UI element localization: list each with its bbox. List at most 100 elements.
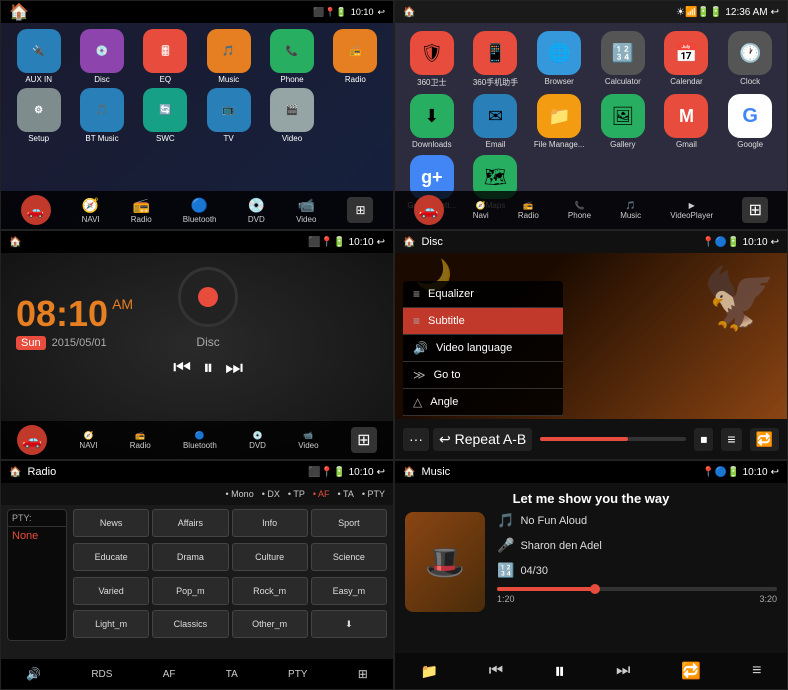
next-button-6[interactable]: ⏭: [616, 662, 630, 680]
ta-button[interactable]: TA: [226, 669, 238, 680]
pty-btn-rockm[interactable]: Rock_m: [232, 577, 308, 605]
stop-button-4[interactable]: ⏹: [694, 428, 713, 451]
app-swc[interactable]: 🔄 SWC: [136, 88, 195, 143]
app-downloads[interactable]: ⬇ Downloads: [403, 94, 461, 149]
nav-radio-1[interactable]: 📻 Radio: [131, 197, 152, 224]
playlist-button-6[interactable]: ≡: [752, 662, 761, 680]
app-tv[interactable]: 📺 TV: [199, 88, 258, 143]
pty-btn-sport[interactable]: Sport: [311, 509, 387, 537]
app-radio[interactable]: 📻 Radio: [326, 29, 385, 84]
nav-videoplayer-2[interactable]: ▶ VideoPlayer: [670, 201, 713, 220]
grid-button-1[interactable]: ⊞: [347, 197, 373, 223]
back-icon-1[interactable]: ↩: [377, 7, 385, 18]
menu-angle[interactable]: △ Angle: [403, 389, 563, 416]
settings-icon-5[interactable]: ⊞: [358, 667, 368, 681]
status-icons-3: ⬛📍🔋: [308, 237, 345, 248]
app-email[interactable]: ✉ Email: [467, 94, 525, 149]
app-music[interactable]: 🎵 Music: [199, 29, 258, 84]
pty-btn-affairs[interactable]: Affairs: [152, 509, 228, 537]
nav-radio-2[interactable]: 📻 Radio: [518, 201, 539, 220]
prev-button-6[interactable]: ⏮: [489, 662, 503, 680]
pty-btn-otherm[interactable]: Other_m: [232, 610, 308, 638]
app-gallery[interactable]: 🖼 Gallery: [594, 94, 652, 149]
volume-icon-5[interactable]: 🔊: [26, 667, 41, 681]
prev-button-3[interactable]: ⏮: [173, 357, 191, 380]
status-bar-5: 🏠 Radio ⬛📍🔋 10:10 ↩: [1, 461, 393, 483]
app-aux-in[interactable]: 🔌 AUX IN: [9, 29, 68, 84]
app-setup[interactable]: ⚙ Setup: [9, 88, 68, 143]
pty-btn-drama[interactable]: Drama: [152, 543, 228, 571]
nav-video-1[interactable]: 📹 Video: [296, 197, 316, 224]
pty-btn-lightm[interactable]: Light_m: [73, 610, 149, 638]
app-gmail[interactable]: M Gmail: [658, 94, 716, 149]
app-file-manager[interactable]: 📁 File Manage...: [530, 94, 588, 149]
app-bt-music[interactable]: 🎵 BT Music: [72, 88, 131, 143]
grid-button-3[interactable]: ⊞: [351, 427, 377, 453]
pty-btn-news[interactable]: News: [73, 509, 149, 537]
app-google[interactable]: G Google: [721, 94, 779, 149]
app-browser[interactable]: 🌐 Browser: [530, 31, 588, 88]
tv-label: TV: [224, 134, 234, 143]
pty-btn-classics[interactable]: Classics: [152, 610, 228, 638]
bottom-nav-bar-2: 🚗 🧭 Navi 📻 Radio 📞 Phone 🎵 Music ▶ Video…: [395, 191, 787, 229]
nav-radio-3[interactable]: 📻 Radio: [130, 431, 151, 450]
menu-dots-button[interactable]: ···: [403, 428, 429, 451]
app-eq[interactable]: 🎚 EQ: [136, 29, 195, 84]
radio-nav-icon-1: 📻: [132, 197, 149, 214]
pty-btn-popm[interactable]: Pop_m: [152, 577, 228, 605]
nav-bluetooth-1[interactable]: 🔵 Bluetooth: [183, 197, 217, 224]
music-progress-bar[interactable]: [497, 587, 777, 591]
nav-dvd-1[interactable]: 💿 DVD: [248, 197, 265, 224]
menu-goto[interactable]: ≫ Go to: [403, 362, 563, 389]
pty-btn-varied[interactable]: Varied: [73, 577, 149, 605]
nav-navi-1[interactable]: 🧭 NAVI: [82, 197, 100, 224]
app-video[interactable]: 🎬 Video: [262, 88, 321, 143]
pty-btn-info[interactable]: Info: [232, 509, 308, 537]
pty-btn-culture[interactable]: Culture: [232, 543, 308, 571]
play-button-6[interactable]: ⏸: [554, 658, 565, 684]
next-button-3[interactable]: ⏭: [225, 357, 243, 380]
pty-btn-science[interactable]: Science: [311, 543, 387, 571]
app-360-assistant[interactable]: 📱 360手机助手: [467, 31, 525, 88]
pty-btn-educate[interactable]: Educate: [73, 543, 149, 571]
nav-dvd-3[interactable]: 💿 DVD: [249, 431, 266, 450]
app-phone[interactable]: 📞 Phone: [262, 29, 321, 84]
nav-bluetooth-3[interactable]: 🔵 Bluetooth: [183, 431, 217, 450]
back-icon-6[interactable]: ↩: [771, 467, 779, 478]
grid-button-2[interactable]: ⊞: [742, 197, 768, 223]
playlist-button-4[interactable]: ≡: [721, 428, 741, 451]
nav-navi-2[interactable]: 🧭 Navi: [473, 201, 489, 220]
nav-music-2[interactable]: 🎵 Music: [620, 201, 641, 220]
back-icon-4[interactable]: ↩: [771, 237, 779, 248]
pause-button-3[interactable]: ⏸: [203, 357, 213, 380]
car-button-1[interactable]: 🚗: [21, 195, 51, 225]
pty-bottom-button[interactable]: PTY: [288, 669, 307, 680]
menu-subtitle[interactable]: ≡ Subtitle: [403, 308, 563, 335]
nav-video-3[interactable]: 📹 Video: [298, 431, 318, 450]
repeat-button-4[interactable]: 🔁: [750, 428, 779, 451]
menu-video-language[interactable]: 🔊 Video language: [403, 335, 563, 362]
rds-button[interactable]: RDS: [91, 669, 112, 680]
app-clock[interactable]: 🕐 Clock: [721, 31, 779, 88]
repeat-button-6[interactable]: 🔁: [681, 661, 701, 681]
car-button-2[interactable]: 🚗: [414, 195, 444, 225]
car-button-3[interactable]: 🚗: [17, 425, 47, 455]
app-calendar[interactable]: 📅 Calendar: [658, 31, 716, 88]
music-panel-title: Music: [421, 466, 450, 478]
back-icon-3[interactable]: ↩: [377, 237, 385, 248]
back-icon-5[interactable]: ↩: [377, 467, 385, 478]
pty-educate-label: Educate: [95, 552, 128, 562]
back-icon-2[interactable]: ↩: [771, 7, 779, 18]
pty-btn-down[interactable]: ⬇: [311, 610, 387, 638]
app-360-guard[interactable]: 🛡 360卫士: [403, 31, 461, 88]
dvd-nav-icon-1: 💿: [248, 197, 265, 214]
folder-button-6[interactable]: 📁: [420, 663, 437, 680]
pty-btn-easym[interactable]: Easy_m: [311, 577, 387, 605]
app-disc[interactable]: 💿 Disc: [72, 29, 131, 84]
nav-phone-2[interactable]: 📞 Phone: [568, 201, 591, 220]
menu-equalizer[interactable]: ≡ Equalizer: [403, 281, 563, 308]
repeat-ab-button[interactable]: ↩ Repeat A-B: [433, 428, 532, 451]
af-button[interactable]: AF: [163, 669, 176, 680]
nav-navi-3[interactable]: 🧭 NAVI: [79, 431, 97, 450]
app-calculator[interactable]: 🔢 Calculator: [594, 31, 652, 88]
